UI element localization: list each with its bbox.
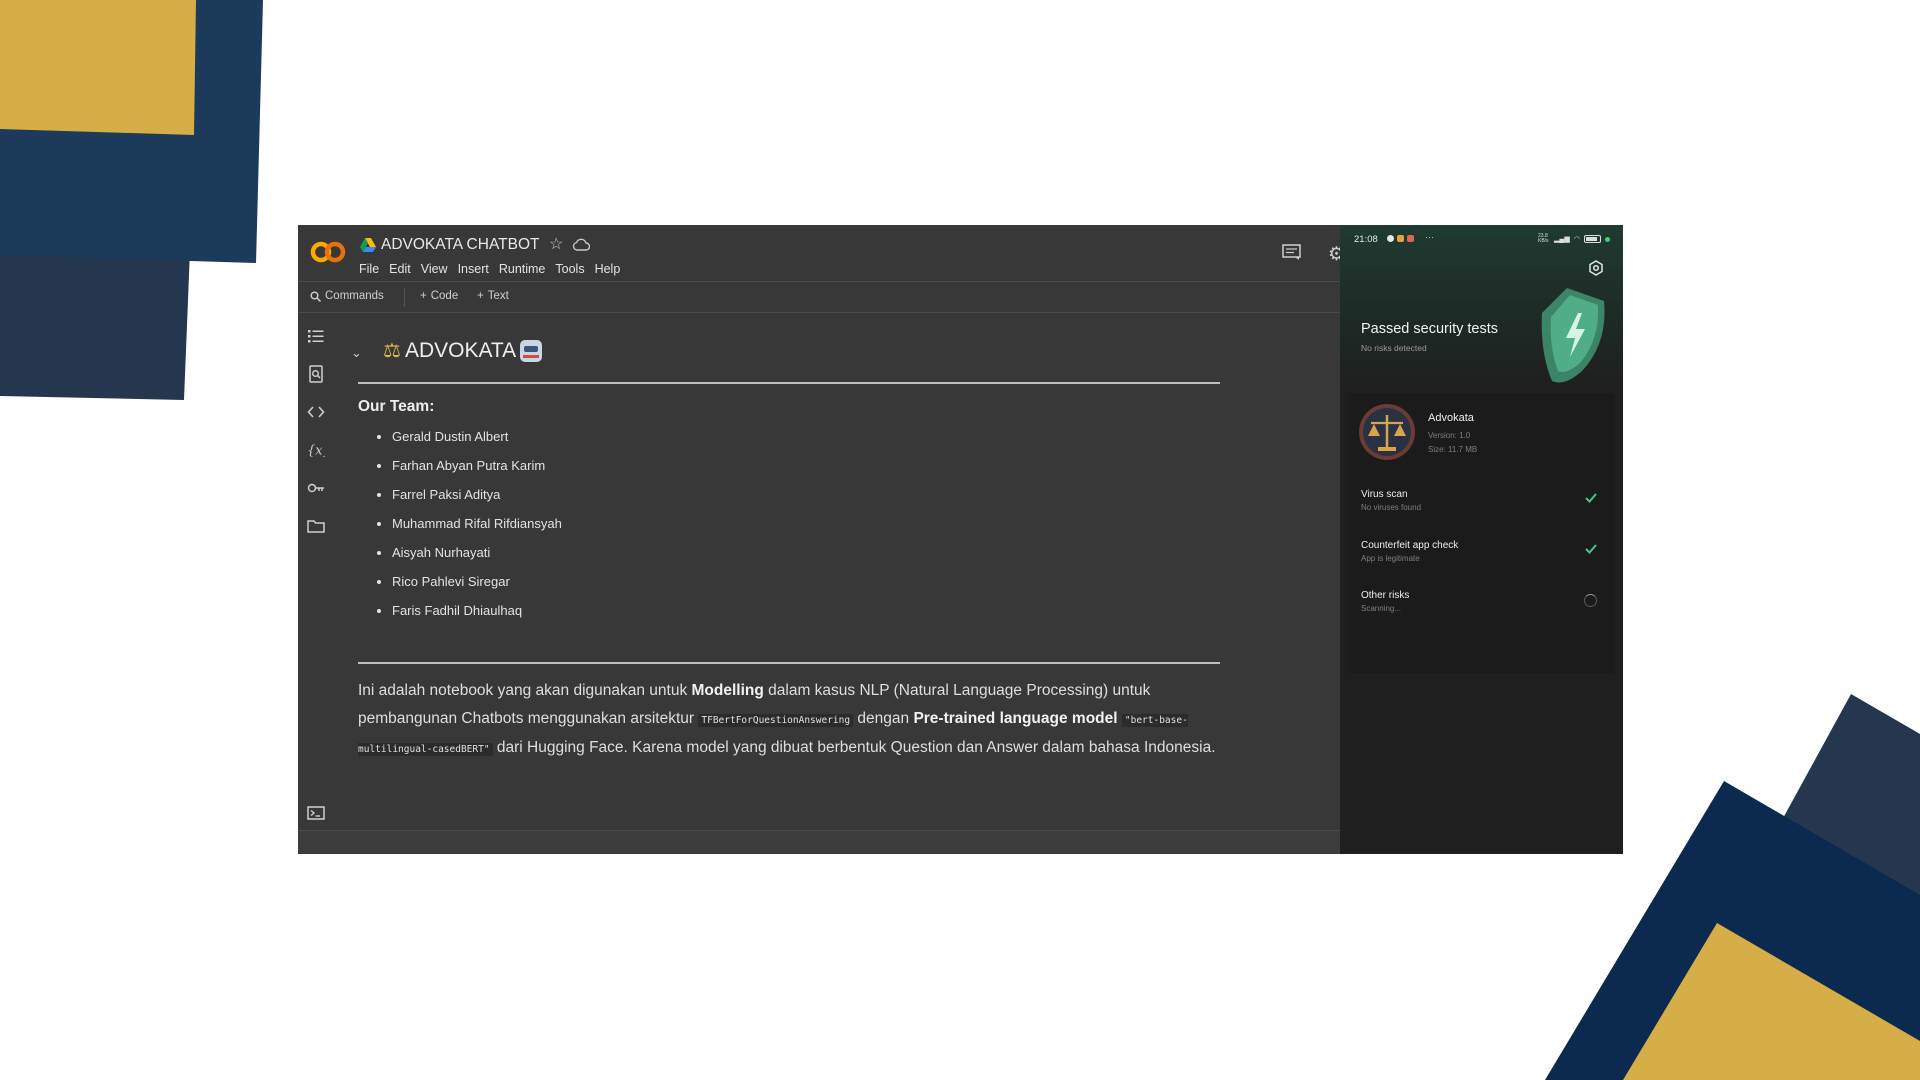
- menu-edit[interactable]: Edit: [389, 262, 411, 276]
- notebook-heading-text: ADVOKATA: [404, 338, 517, 362]
- left-side-rail: {x}: [298, 314, 334, 834]
- menu-view[interactable]: View: [421, 262, 448, 276]
- advokata-app-icon: [1359, 404, 1415, 460]
- menu-file[interactable]: File: [359, 262, 379, 276]
- check-title-virus-scan: Virus scan: [1361, 489, 1408, 500]
- status-indicators: 23.8 KB/s ▂▄▆ ◠: [1538, 234, 1610, 244]
- notebook-description: Ini adalah notebook yang akan digunakan …: [358, 677, 1220, 764]
- robot-emoji-icon: [520, 339, 543, 362]
- status-bar: [298, 830, 1340, 854]
- menu-help[interactable]: Help: [595, 262, 621, 276]
- phone-security-scan-screen: 21:08 ··· 23.8 KB/s ▂▄▆ ◠ Passed securit…: [1340, 225, 1623, 854]
- check-title-counterfeit: Counterfeit app check: [1361, 540, 1459, 551]
- network-speed: 23.8 KB/s: [1538, 233, 1549, 244]
- scan-result-title: Passed security tests: [1361, 321, 1498, 337]
- app-version: Version: 1.0: [1428, 431, 1471, 440]
- status-more: ···: [1425, 232, 1434, 242]
- app-size: Size: 11.7 MB: [1428, 445, 1478, 454]
- google-drive-icon: [360, 238, 376, 252]
- code-snippets-icon[interactable]: [307, 403, 325, 421]
- check-icon: [1585, 544, 1597, 554]
- description-text: Ini adalah notebook yang akan digunakan …: [358, 682, 692, 699]
- team-list: Gerald Dustin Albert Farhan Abyan Putra …: [358, 429, 562, 632]
- toolbar-divider: [404, 288, 405, 307]
- comment-icon[interactable]: [1282, 244, 1301, 261]
- privacy-indicator-icon: [1604, 236, 1610, 242]
- balance-scale-icon: ⚖: [383, 340, 401, 362]
- description-code: TFBertForQuestionAnswering: [698, 713, 854, 727]
- spinner-icon: [1584, 594, 1597, 607]
- notification-dot-icon: [1387, 235, 1394, 242]
- search-icon: [310, 291, 321, 302]
- menu-insert[interactable]: Insert: [458, 262, 489, 276]
- status-time: 21:08: [1354, 234, 1378, 245]
- team-member-item: Gerald Dustin Albert: [392, 429, 562, 458]
- settings-icon[interactable]: [1588, 260, 1604, 276]
- description-bold-text: Pre-trained language model: [913, 709, 1118, 727]
- notification-icons: [1387, 235, 1414, 242]
- find-replace-icon[interactable]: [307, 365, 325, 383]
- team-member-item: Farhan Abyan Putra Karim: [392, 458, 562, 487]
- check-icon: [1585, 493, 1597, 503]
- check-subtitle-counterfeit: App is legitimate: [1361, 554, 1420, 563]
- secrets-key-icon[interactable]: [307, 479, 325, 497]
- notebook-title[interactable]: ADVOKATA CHATBOT: [381, 236, 539, 254]
- team-member-item: Faris Fadhil Dhiaulhaq: [392, 603, 562, 632]
- team-member-item: Aisyah Nurhayati: [392, 545, 562, 574]
- team-title: Our Team:: [358, 398, 435, 415]
- colab-logo-icon[interactable]: [310, 238, 346, 266]
- divider-line: [358, 382, 1220, 384]
- check-subtitle-other-risks: Scanning...: [1361, 604, 1402, 613]
- plus-icon: +: [420, 290, 427, 302]
- notebook-toolbar: Commands + Code + Text: [298, 281, 1340, 313]
- description-text: dengan: [853, 709, 914, 727]
- variables-icon[interactable]: {x}: [307, 441, 325, 459]
- svg-text:{x}: {x}: [307, 444, 325, 459]
- team-member-item: Farrel Paksi Aditya: [392, 487, 562, 516]
- description-bold-text: Modelling: [691, 682, 764, 699]
- menu-runtime[interactable]: Runtime: [499, 262, 546, 276]
- app-name: Advokata: [1428, 412, 1474, 424]
- plus-icon: +: [477, 290, 484, 302]
- slide-shape-gold-topleft: [0, 0, 196, 135]
- add-code-label: Code: [430, 290, 459, 302]
- slide-shape-slate-topleft: [0, 245, 190, 400]
- security-shield-icon: [1541, 288, 1605, 383]
- wifi-icon: ◠: [1573, 236, 1580, 243]
- notebook-heading: ⚖ ADVOKATA: [383, 338, 543, 363]
- scan-result-subtitle: No risks detected: [1361, 343, 1427, 353]
- battery-icon: [1583, 235, 1601, 243]
- notification-app-icon: [1397, 235, 1404, 242]
- signal-icon: ▂▄▆: [1554, 236, 1570, 243]
- chevron-down-icon[interactable]: ⌄: [351, 345, 362, 361]
- add-text-button[interactable]: + Text: [477, 290, 509, 302]
- notification-app-icon: [1407, 235, 1414, 242]
- menu-tools[interactable]: Tools: [555, 262, 584, 276]
- divider-line: [358, 662, 1220, 664]
- table-of-contents-icon[interactable]: [307, 327, 325, 345]
- check-subtitle-virus-scan: No viruses found: [1361, 503, 1422, 512]
- menu-bar: File Edit View Insert Runtime Tools Help: [359, 262, 620, 276]
- commands-label: Commands: [325, 290, 384, 302]
- team-member-item: Rico Pahlevi Siregar: [392, 574, 562, 603]
- add-code-button[interactable]: + Code: [420, 290, 458, 302]
- colab-header: ADVOKATA CHATBOT ☆ File Edit View Insert…: [298, 225, 1340, 280]
- files-folder-icon[interactable]: [307, 517, 325, 535]
- cloud-saved-icon: [572, 238, 590, 251]
- terminal-icon[interactable]: [307, 806, 325, 820]
- colab-notebook-window: ADVOKATA CHATBOT ☆ File Edit View Insert…: [298, 225, 1340, 854]
- commands-button[interactable]: Commands: [310, 290, 384, 302]
- check-title-other-risks: Other risks: [1361, 590, 1410, 601]
- star-icon[interactable]: ☆: [549, 234, 563, 254]
- settings-gear-icon[interactable]: ⚙: [1328, 243, 1340, 266]
- description-text: dari Hugging Face. Karena model yang dib…: [492, 739, 1216, 756]
- team-member-item: Muhammad Rifal Rifdiansyah: [392, 516, 562, 545]
- add-text-label: Text: [487, 290, 509, 302]
